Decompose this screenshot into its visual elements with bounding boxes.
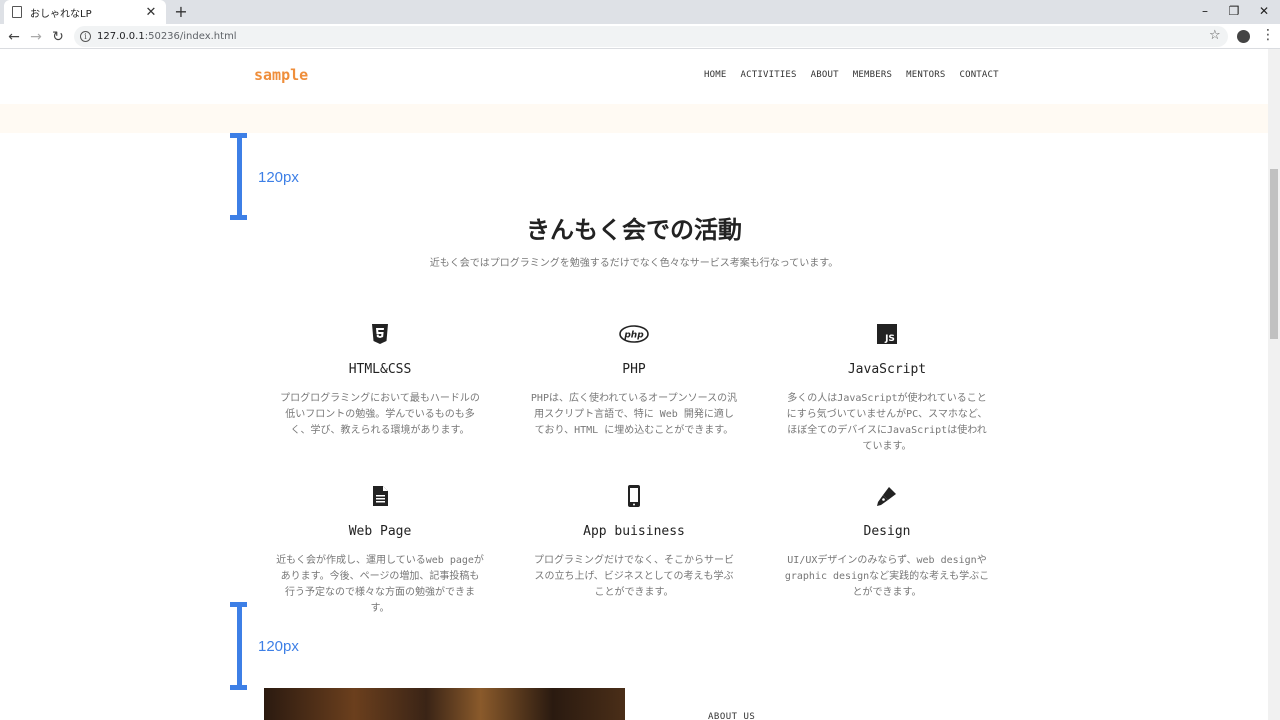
card-design: Design UI/UXデザインのみならず、web designやgraphic… (777, 484, 997, 601)
tab-close-icon[interactable]: ✕ (144, 5, 158, 20)
card-title: App buisiness (583, 524, 685, 539)
header-background-band (0, 104, 1268, 133)
site-header: sample HOME ACTIVITIES ABOUT MEMBERS MEN… (0, 49, 1268, 104)
url-host: 127.0.0.1 (97, 31, 145, 42)
back-icon[interactable]: ← (4, 27, 24, 47)
new-tab-button[interactable]: + (172, 2, 190, 22)
page-scrollbar[interactable] (1268, 49, 1280, 720)
about-label: ABOUT US (708, 712, 756, 720)
reload-icon[interactable]: ↻ (48, 27, 68, 47)
php-icon: php (619, 325, 649, 343)
about-image (264, 688, 625, 720)
card-text: プログラミングだけでなく、そこからサービスの立ち上げ、ビジネスとしての考えも学ぶ… (534, 555, 734, 598)
forward-icon[interactable]: → (26, 27, 46, 47)
card-title: HTML&CSS (348, 362, 412, 377)
card-title: Design (863, 524, 911, 539)
spacing-label-bottom: 120px (258, 638, 299, 655)
javascript-icon: JS (877, 324, 897, 344)
nav-members[interactable]: MEMBERS (853, 70, 892, 80)
address-bar[interactable]: i 127.0.0.1:50236/index.html (74, 26, 1228, 47)
scrollbar-thumb[interactable] (1270, 169, 1278, 339)
card-title: Web Page (348, 524, 412, 539)
card-title: PHP (622, 362, 646, 377)
document-icon (373, 486, 388, 506)
card-title: JavaScript (847, 362, 927, 377)
spacing-marker-bottom (230, 602, 248, 690)
browser-menu-icon[interactable]: ⋮ (1261, 27, 1275, 43)
nav-about[interactable]: ABOUT (811, 70, 839, 80)
browser-toolbar: ← → ↻ i 127.0.0.1:50236/index.html ☆ ⋮ (0, 24, 1280, 49)
browser-tab-bar: おしゃれなLP ✕ + – ❐ ✕ (0, 0, 1280, 24)
restore-button[interactable]: ❐ (1219, 0, 1249, 24)
main-nav: HOME ACTIVITIES ABOUT MEMBERS MENTORS CO… (704, 70, 999, 80)
page-icon (12, 6, 22, 18)
url-text: 127.0.0.1:50236/index.html (97, 31, 237, 42)
card-text: 多くの人はJavaScriptが使われていることにすら気づいていませんがPC、ス… (786, 393, 988, 452)
nav-activities[interactable]: ACTIVITIES (740, 70, 796, 80)
minimize-button[interactable]: – (1190, 0, 1220, 24)
card-html-css: HTML&CSS プログログラミングにおいて最もハードルの低いフロントの勉強。学… (270, 322, 490, 439)
mobile-icon (628, 485, 640, 507)
info-icon[interactable]: i (80, 31, 91, 42)
html5-icon (372, 324, 388, 344)
section-title: きんもく会での活動 (526, 216, 742, 244)
svg-text:JS: JS (884, 334, 895, 344)
nav-contact[interactable]: CONTACT (959, 70, 998, 80)
site-logo[interactable]: sample (254, 66, 308, 84)
bookmark-star-icon[interactable]: ☆ (1209, 28, 1221, 43)
section-subtitle: 近もく会ではプログラミングを勉強するだけでなく色々なサービス考案も行なっています… (429, 258, 839, 269)
spacing-marker-top (230, 133, 248, 220)
url-path: :50236/index.html (144, 31, 237, 42)
window-close-button[interactable]: ✕ (1249, 0, 1279, 24)
nav-home[interactable]: HOME (704, 70, 726, 80)
browser-tab[interactable]: おしゃれなLP ✕ (4, 0, 166, 24)
card-php: php PHP PHPは、広く使われているオープンソースの汎用スクリプト言語で、… (524, 322, 744, 439)
spacing-label-top: 120px (258, 169, 299, 186)
card-web-page: Web Page 近もく会が作成し、運用しているweb pageがあります。今後… (270, 484, 490, 617)
nav-mentors[interactable]: MENTORS (906, 70, 945, 80)
card-app-business: App buisiness プログラミングだけでなく、そこからサービスの立ち上げ… (524, 484, 744, 601)
card-text: プログログラミングにおいて最もハードルの低いフロントの勉強。学んでいるものも多く… (280, 393, 480, 436)
svg-text:php: php (623, 331, 644, 341)
pen-icon (877, 487, 896, 506)
card-text: UI/UXデザインのみならず、web designやgraphic design… (784, 555, 990, 598)
profile-avatar-icon[interactable] (1237, 30, 1250, 43)
card-text: PHPは、広く使われているオープンソースの汎用スクリプト言語で、特に Web 開… (530, 393, 738, 436)
card-text: 近もく会が作成し、運用しているweb pageがあります。今後、ページの増加、記… (276, 555, 484, 614)
tab-title: おしゃれなLP (30, 8, 92, 20)
card-javascript: JS JavaScript 多くの人はJavaScriptが使われていることにす… (777, 322, 997, 455)
